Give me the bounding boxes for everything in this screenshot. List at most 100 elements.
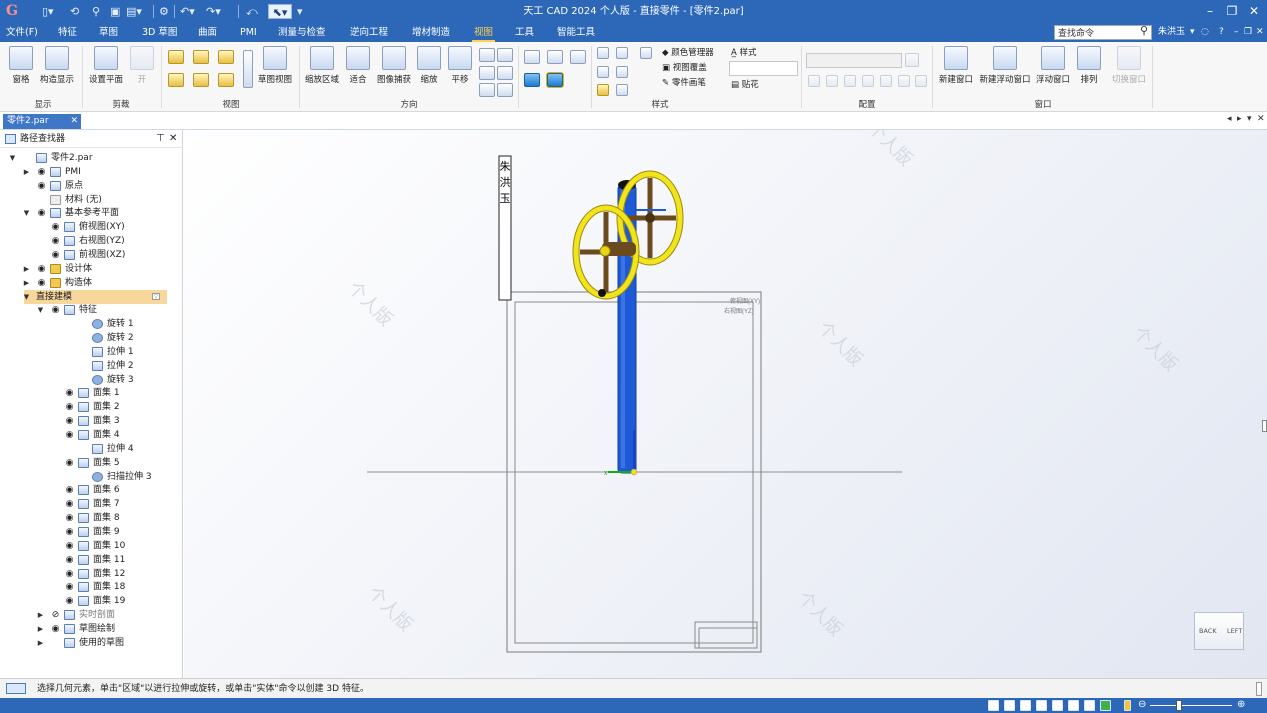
tree-item[interactable]: ▼ 零件2.par bbox=[0, 151, 183, 165]
tree-item[interactable]: ▶ ◉ PMI bbox=[0, 165, 183, 179]
set-plane-button[interactable]: 设置平面 bbox=[86, 46, 126, 85]
tree-item[interactable]: ▶ ◉ 构造体 bbox=[0, 276, 183, 290]
tree-item[interactable]: ◉ 面集 9 bbox=[0, 525, 183, 539]
tree-item[interactable]: 扫描拉伸 3 bbox=[0, 470, 183, 484]
tab-list-icon[interactable]: ▾ bbox=[1247, 114, 1252, 124]
menu-surface[interactable]: 曲面 bbox=[196, 23, 219, 42]
redo-icon[interactable]: ↷▾ bbox=[206, 4, 221, 19]
search-icon[interactable]: ⚲ bbox=[1140, 24, 1148, 37]
menu-tools[interactable]: 工具 bbox=[513, 23, 536, 42]
style-combo[interactable] bbox=[729, 61, 798, 76]
pane-menu-icon[interactable]: ⊤ bbox=[156, 130, 165, 148]
tree-expand-toggle-icon[interactable]: ▼ bbox=[8, 151, 17, 165]
zoom-button[interactable]: 缩放 bbox=[417, 46, 441, 85]
menu-sketch[interactable]: 草图 bbox=[97, 23, 120, 42]
view-cube-left[interactable]: LEFT bbox=[1227, 627, 1242, 635]
edge-style-icon[interactable] bbox=[597, 47, 609, 59]
tree-item[interactable]: ◉ 面集 4 bbox=[0, 428, 183, 442]
doc-minimize-icon[interactable]: – bbox=[1234, 23, 1239, 42]
model-canvas[interactable]: 朱 洪 玉 俯视图(XY) 右视图(YZ) x bbox=[184, 130, 1267, 678]
visibility-eye-icon[interactable]: ◉ bbox=[64, 400, 75, 414]
tree-item[interactable]: 拉伸 2 bbox=[0, 359, 183, 373]
tree-expand-toggle-icon[interactable]: ▶ bbox=[36, 622, 45, 636]
bottom-shading-icon[interactable] bbox=[1100, 700, 1111, 711]
save-icon[interactable]: ▣ bbox=[110, 4, 120, 19]
view-gallery-scroll[interactable] bbox=[243, 50, 253, 88]
clip-on-button[interactable]: 开 bbox=[130, 46, 154, 85]
bottom-view-icon[interactable] bbox=[1084, 700, 1095, 711]
tree-item[interactable]: ▶ ◉ 草图绘制 bbox=[0, 622, 183, 636]
style-wire-icon[interactable] bbox=[547, 50, 563, 64]
tree-item[interactable]: ◉ 面集 19 bbox=[0, 594, 183, 608]
bottom-tool-1-icon[interactable] bbox=[988, 700, 999, 711]
visibility-eye-icon[interactable]: ◉ bbox=[36, 165, 47, 179]
command-search-input[interactable] bbox=[1054, 25, 1152, 40]
fit-button[interactable]: 适合 bbox=[345, 46, 371, 85]
tree-expand-toggle-icon[interactable]: ▼ bbox=[22, 206, 31, 220]
tree-item[interactable]: ◉ 右视图(YZ) bbox=[0, 234, 183, 248]
visibility-eye-icon[interactable]: ◉ bbox=[50, 622, 61, 636]
tree-item[interactable]: ◉ 面集 1 bbox=[0, 386, 183, 400]
customize-icon[interactable]: ▾ bbox=[297, 4, 303, 19]
visibility-eye-icon[interactable]: ◉ bbox=[36, 179, 47, 193]
visibility-eye-icon[interactable]: ◉ bbox=[64, 580, 75, 594]
paint-icon[interactable] bbox=[616, 47, 628, 59]
document-tab-close-icon[interactable]: ✕ bbox=[70, 114, 78, 129]
visibility-eye-icon[interactable]: ◉ bbox=[64, 511, 75, 525]
minimize-button[interactable]: – bbox=[1199, 2, 1221, 20]
tree-item[interactable]: ▶ 使用的草图 bbox=[0, 636, 183, 650]
tree-item[interactable]: 旋转 1 bbox=[0, 317, 183, 331]
user-dropdown-icon[interactable]: ▾ bbox=[1190, 23, 1195, 42]
tab-close-all-icon[interactable]: ✕ bbox=[1257, 114, 1265, 124]
bottom-zoom-icon[interactable] bbox=[1020, 700, 1031, 711]
floating-window-button[interactable]: 浮动窗口 bbox=[1035, 46, 1071, 85]
tree-item[interactable]: ▼ ◉ 基本参考平面 bbox=[0, 206, 183, 220]
new-floating-window-button[interactable]: 新建浮动窗口 bbox=[978, 46, 1032, 85]
tree-item[interactable]: ◉ 面集 10 bbox=[0, 539, 183, 553]
eraser-icon[interactable] bbox=[616, 84, 628, 96]
menu-additive[interactable]: 增材制造 bbox=[410, 23, 452, 42]
viewport-side-handle[interactable] bbox=[1262, 420, 1267, 432]
tree-item[interactable]: ◉ 面集 11 bbox=[0, 553, 183, 567]
status-scroll-handle[interactable] bbox=[1256, 682, 1262, 696]
doc-restore-icon[interactable]: ❐ bbox=[1244, 23, 1252, 42]
config-g-icon[interactable] bbox=[915, 75, 927, 87]
style-button[interactable]: A̲ 样式 bbox=[731, 46, 757, 58]
tree-item[interactable]: ◉ 面集 18 bbox=[0, 580, 183, 594]
visibility-eye-icon[interactable]: ◉ bbox=[64, 539, 75, 553]
new-file-icon[interactable]: ▯▾ bbox=[42, 4, 54, 19]
tree-item[interactable]: ◉ 面集 8 bbox=[0, 511, 183, 525]
tree-expand-toggle-icon[interactable]: ▶ bbox=[22, 262, 31, 276]
tree-item[interactable]: ◉ 俯视图(XY) bbox=[0, 220, 183, 234]
tree-expand-toggle-icon[interactable]: ▼ bbox=[36, 303, 45, 317]
visibility-eye-icon[interactable]: ◉ bbox=[64, 525, 75, 539]
tree-expand-toggle-icon[interactable]: ▶ bbox=[22, 276, 31, 290]
tree-item[interactable]: ◉ 面集 3 bbox=[0, 414, 183, 428]
visibility-eye-icon[interactable]: ◉ bbox=[50, 220, 61, 234]
style-shaded-icon[interactable] bbox=[524, 50, 540, 64]
graphics-viewport[interactable]: 个人版 个人版 个人版 个人版 个人版 个人版 朱 洪 玉 俯视图(XY) 右视… bbox=[184, 130, 1267, 678]
view-cube[interactable]: BACK LEFT bbox=[1194, 612, 1244, 650]
save-as-icon[interactable]: ▤▾ bbox=[126, 4, 142, 19]
arrange-button[interactable]: 排列 bbox=[1076, 46, 1102, 85]
tree-item[interactable]: ◉ 面集 5 bbox=[0, 456, 183, 470]
shadow-icon[interactable] bbox=[597, 66, 609, 78]
user-name[interactable]: 朱洪玉 bbox=[1158, 23, 1185, 42]
open-file-icon[interactable]: ⟲ bbox=[70, 4, 79, 19]
undo-icon[interactable]: ↶▾ bbox=[180, 4, 195, 19]
tree-expand-toggle-icon[interactable]: ▶ bbox=[22, 165, 31, 179]
tree-item[interactable]: ◉ 前视图(XZ) bbox=[0, 248, 183, 262]
options-icon[interactable]: ⚙ bbox=[159, 4, 169, 19]
previous-view-icon[interactable] bbox=[497, 66, 513, 80]
visibility-eye-icon[interactable]: ◉ bbox=[50, 303, 61, 317]
sketch-view-button[interactable]: 草图视图 bbox=[256, 46, 294, 85]
style-shaded-active-icon[interactable] bbox=[546, 72, 564, 88]
new-window-button[interactable]: 新建窗口 bbox=[937, 46, 975, 85]
tree-expand-toggle-icon[interactable]: ▶ bbox=[36, 636, 45, 650]
tree-expand-toggle-icon[interactable]: ▶ bbox=[36, 608, 45, 622]
tree-item[interactable]: 拉伸 4 bbox=[0, 442, 183, 456]
bottom-tool-2-icon[interactable] bbox=[1004, 700, 1015, 711]
visibility-eye-icon[interactable]: ◉ bbox=[64, 428, 75, 442]
pan-button[interactable]: 平移 bbox=[448, 46, 472, 85]
tree-item[interactable]: ▶ ◉ 设计体 bbox=[0, 262, 183, 276]
